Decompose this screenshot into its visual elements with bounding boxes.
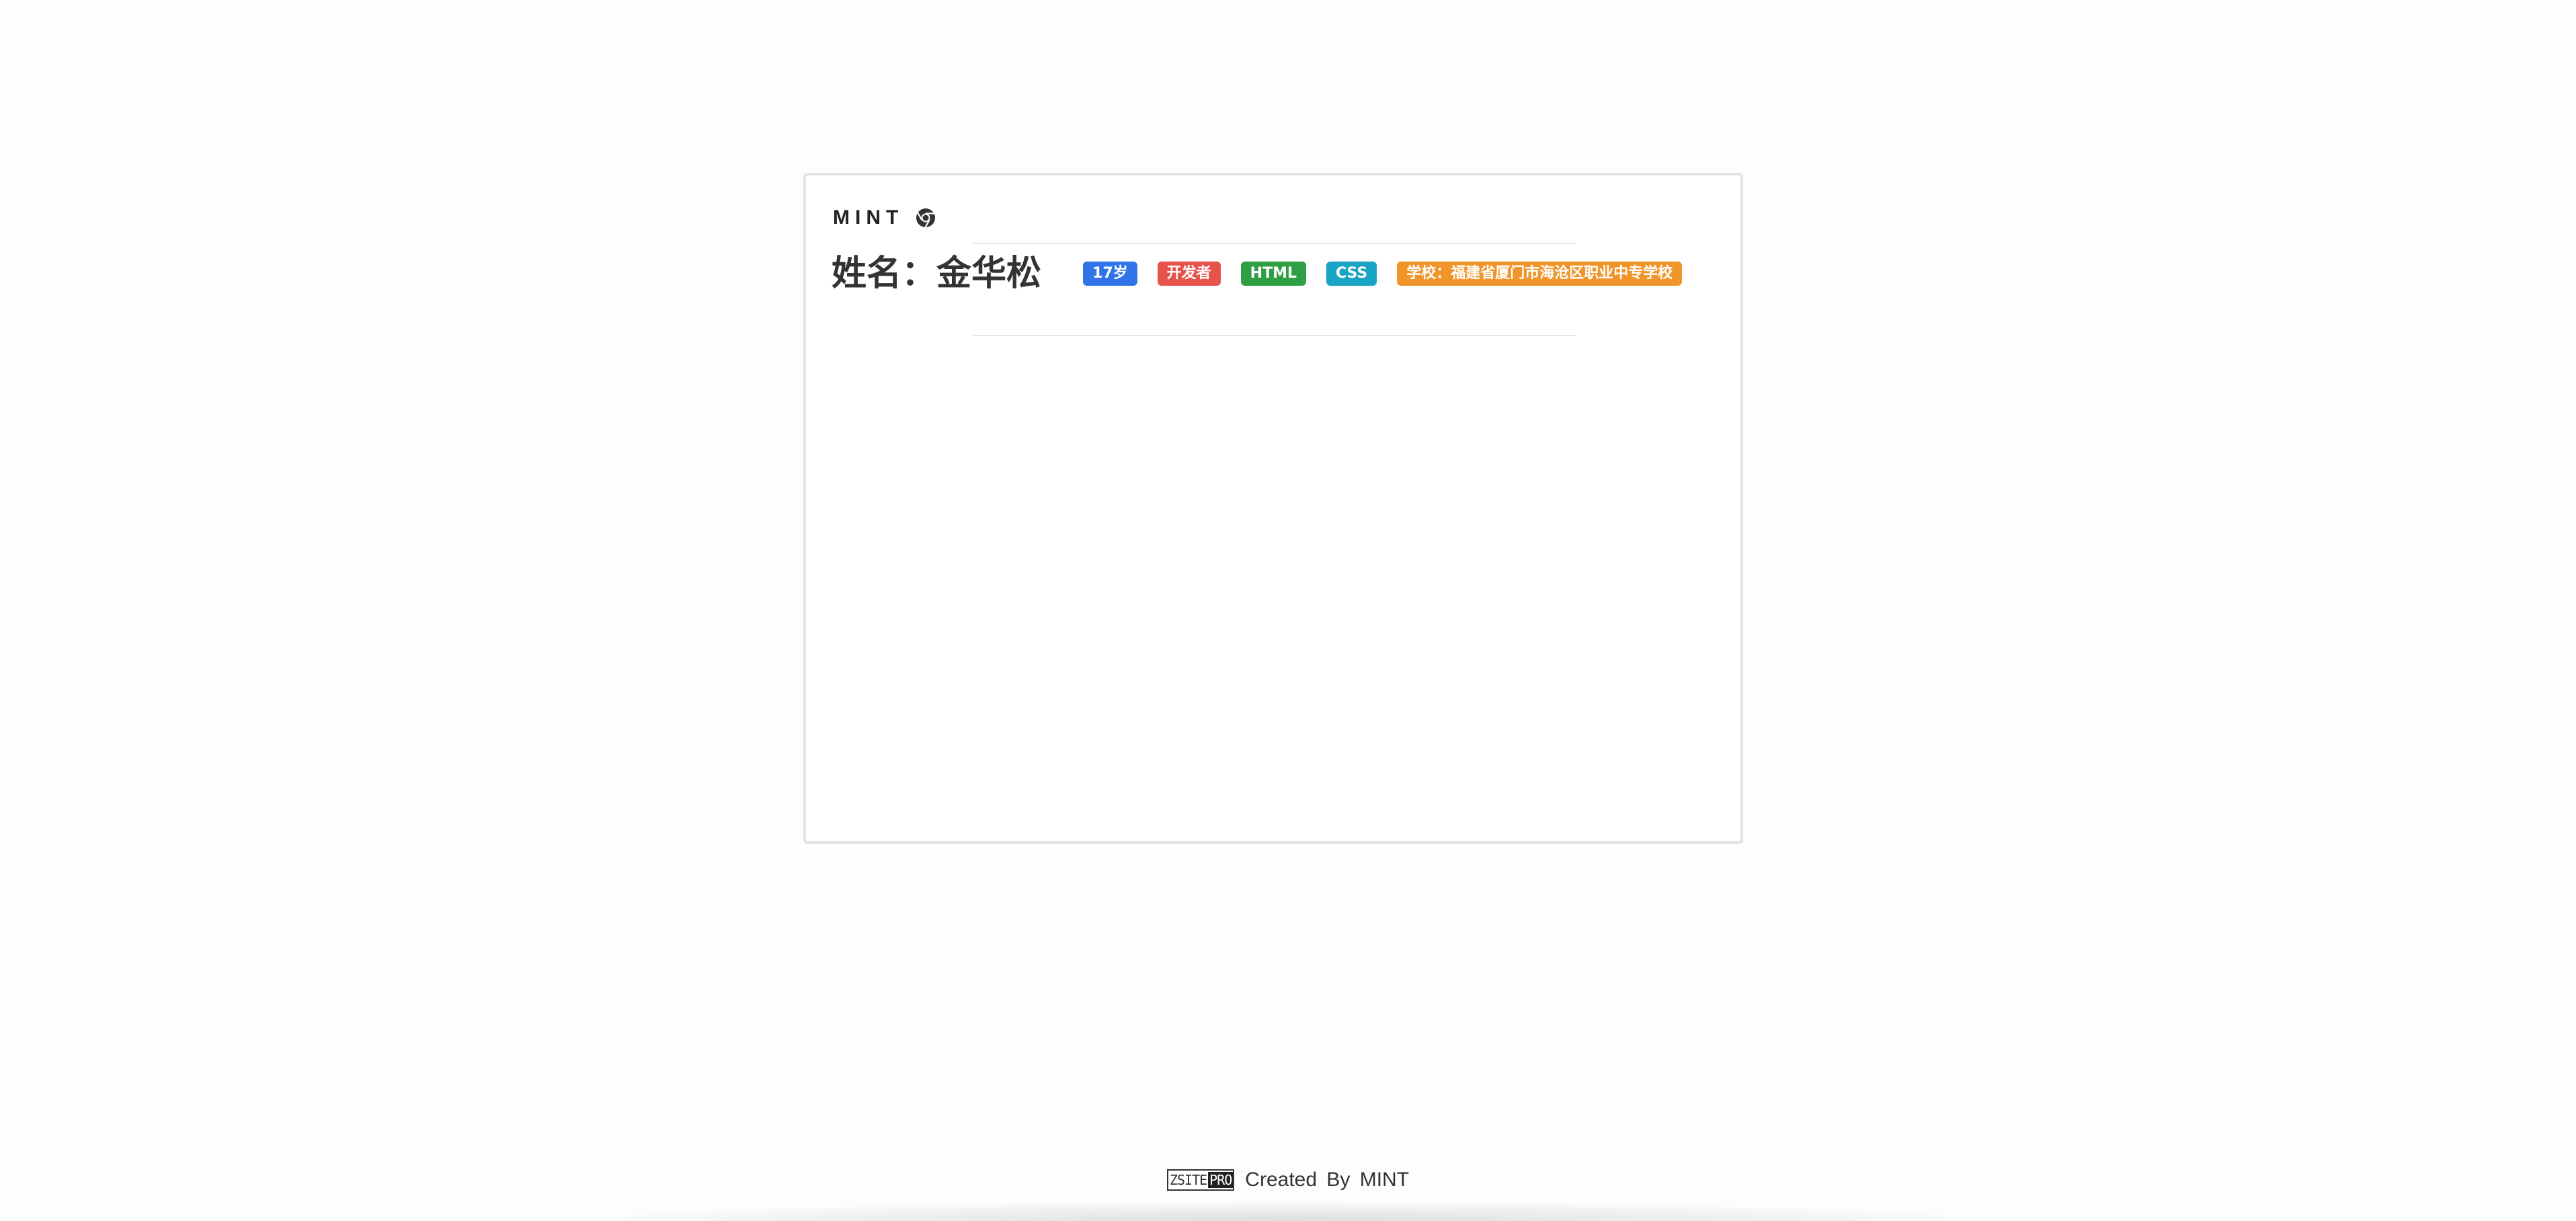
divider-bottom <box>973 335 1576 336</box>
footer: ZSITE PRO Created By MINT <box>0 1169 2576 1191</box>
brand: MINT <box>833 206 936 229</box>
page: MINT 姓名：金华松 17岁 开发者 HTML CSS 学校：福建省厦门市海沧区职业中… <box>0 0 2576 1221</box>
divider-top <box>973 243 1576 244</box>
tag-badge: 学校：福建省厦门市海沧区职业中专学校 <box>1397 262 1683 286</box>
bottom-shadow <box>551 1201 2023 1221</box>
brand-name: MINT <box>833 206 904 229</box>
zsite-pro-logo[interactable]: ZSITE PRO <box>1166 1169 1235 1191</box>
footer-credit: Created By MINT <box>1245 1169 1410 1191</box>
tag-badge: 17岁 <box>1083 262 1137 286</box>
logo-zsite-text: ZSITE <box>1168 1172 1209 1188</box>
tag-badge: CSS <box>1326 262 1377 286</box>
name-row: 姓名：金华松 17岁 开发者 HTML CSS 学校：福建省厦门市海沧区职业中专学校 <box>832 253 1683 294</box>
tag-list: 17岁 开发者 HTML CSS 学校：福建省厦门市海沧区职业中专学校 <box>1083 262 1683 286</box>
profile-card: MINT 姓名：金华松 17岁 开发者 HTML CSS 学校：福建省厦门市海沧区职业中… <box>803 173 1743 844</box>
tag-badge: 开发者 <box>1157 262 1221 286</box>
logo-pro-text: PRO <box>1208 1172 1234 1188</box>
student-name: 姓名：金华松 <box>832 253 1042 294</box>
tag-badge: HTML <box>1240 262 1306 286</box>
chrome-logo-icon <box>916 208 936 228</box>
